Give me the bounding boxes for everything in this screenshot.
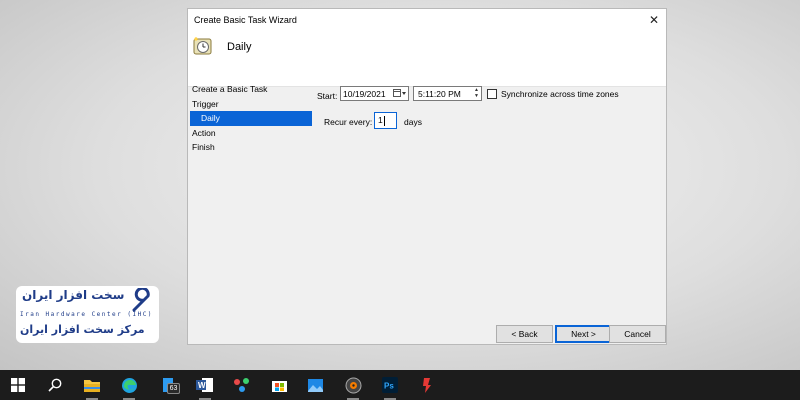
- start-label: Start:: [317, 91, 338, 101]
- taskbar-search-button[interactable]: [44, 374, 66, 396]
- recur-every-input[interactable]: 1: [374, 112, 397, 129]
- search-icon: [48, 378, 62, 392]
- taskbar-media-player[interactable]: [342, 374, 364, 400]
- create-basic-task-wizard: Create Basic Task Wizard ✕ Daily Create …: [187, 8, 667, 345]
- logo-persian-title: سخت افزار ایران: [22, 288, 125, 302]
- step-finish[interactable]: Finish: [190, 140, 312, 155]
- recur-every-label: Recur every:: [324, 117, 373, 127]
- edge-icon: [121, 377, 137, 393]
- ihc-watermark-logo: سخت افزار ایران Iran Hardware Center (IH…: [16, 286, 159, 343]
- start-time-value: 5:11:20 PM: [418, 88, 461, 99]
- taskbar-app-with-badge[interactable]: 63: [158, 374, 180, 396]
- taskbar-word[interactable]: W: [194, 374, 216, 400]
- taskbar: 63 W Ps: [0, 370, 800, 400]
- media-player-icon: [345, 377, 361, 393]
- close-button[interactable]: ✕: [642, 9, 666, 31]
- sync-time-zones-checkbox[interactable]: [487, 89, 497, 99]
- time-down-arrow-icon[interactable]: ▼: [472, 94, 481, 101]
- calendar-dropdown-button[interactable]: [392, 88, 407, 99]
- sync-time-zones-label[interactable]: Synchronize across time zones: [501, 89, 619, 99]
- start-date-value: 10/19/2021: [343, 88, 386, 99]
- calendar-icon: [392, 89, 406, 97]
- window-title: Create Basic Task Wizard: [194, 15, 297, 25]
- taskbar-store[interactable]: [268, 374, 290, 396]
- logo-english-text: Iran Hardware Center (IHC): [20, 311, 153, 318]
- wizard-header: Daily: [188, 31, 666, 87]
- next-button[interactable]: Next >: [555, 325, 612, 343]
- taskbar-edge[interactable]: [118, 374, 140, 400]
- taskbar-photos[interactable]: [304, 374, 326, 396]
- start-date-picker[interactable]: 10/19/2021: [340, 86, 409, 101]
- step-daily[interactable]: Daily: [190, 111, 312, 126]
- start-button[interactable]: [7, 374, 29, 396]
- step-create-basic-task[interactable]: Create a Basic Task: [190, 82, 312, 97]
- photoshop-icon: Ps: [382, 377, 398, 393]
- page-title: Daily: [227, 41, 252, 53]
- title-bar[interactable]: Create Basic Task Wizard ✕: [188, 9, 666, 31]
- svg-text:W: W: [198, 381, 206, 390]
- step-trigger[interactable]: Trigger: [190, 97, 312, 112]
- cancel-button[interactable]: Cancel: [609, 325, 666, 343]
- taskbar-file-explorer[interactable]: [81, 374, 103, 400]
- back-button[interactable]: < Back: [496, 325, 553, 343]
- start-time-picker[interactable]: 5:11:20 PM ▲ ▼: [413, 86, 482, 101]
- taskbar-photoshop[interactable]: Ps: [379, 374, 401, 400]
- text-caret: [383, 115, 385, 126]
- file-explorer-icon: [84, 379, 100, 392]
- recur-every-value: 1: [378, 115, 383, 125]
- task-scheduler-clock-icon: [193, 37, 212, 55]
- days-label: days: [404, 117, 422, 127]
- dots-app-icon: [234, 378, 249, 392]
- photos-icon: [307, 378, 323, 392]
- notification-count-badge: 63: [167, 383, 180, 394]
- svg-text:Ps: Ps: [384, 382, 394, 391]
- taskbar-dots-app[interactable]: [231, 374, 253, 396]
- close-icon: ✕: [648, 13, 660, 27]
- word-icon: W: [196, 378, 213, 392]
- wizard-steps: Create a Basic Task Trigger Daily Action…: [190, 82, 312, 155]
- tool-icon: [423, 378, 431, 393]
- store-icon: [271, 381, 287, 392]
- time-spinner: ▲ ▼: [472, 87, 481, 100]
- windows-start-icon: [11, 378, 25, 392]
- logo-persian-subtitle: مرکز سخت افزار ایران: [20, 323, 145, 336]
- taskbar-tool-app[interactable]: [416, 374, 438, 396]
- step-action[interactable]: Action: [190, 126, 312, 141]
